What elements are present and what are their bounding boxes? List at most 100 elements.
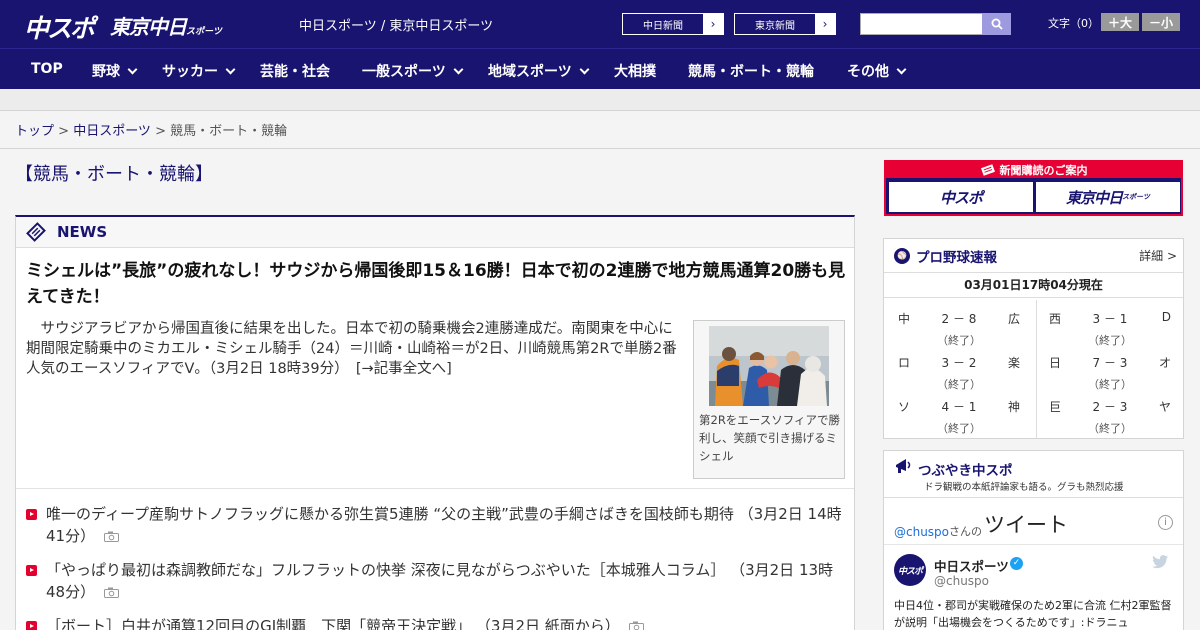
game-item[interactable]: ソ 4 － 1 神 （終了） [884, 388, 1034, 435]
main-nav: TOP 野球 サッカー 芸能・社会 一般スポーツ 地域スポーツ 大相撲 競馬・ボ… [0, 48, 1200, 89]
nav-item-sumo[interactable]: 大相撲 [614, 61, 656, 81]
twitter-subtitle: ドラ観戦の本紙評論家も語る。グラも熱烈応援 [924, 482, 1124, 493]
game-item[interactable]: 巨 2 － 3 ヤ （終了） [1035, 388, 1185, 435]
nav-label: 大相撲 [614, 64, 656, 80]
news-item-text: 「やっぱり最初は森調教師だな」フルフラットの快挙 深夜に見ながらつぶやいた［本城… [46, 561, 834, 601]
info-icon[interactable]: i [1158, 515, 1173, 530]
top-header: 中スポ 東京中日スポーツ 中日スポーツ / 東京中日スポーツ 中日新聞 › 東京… [0, 0, 1200, 48]
nav-item-keiba[interactable]: 競馬・ボート・競輪 [688, 61, 814, 81]
jockey-photo [709, 326, 829, 406]
news-list: 唯一のディープ産駒サトノフラッグに懸かる弥生賞5連勝 “父の主戦”武豊の手綱さば… [26, 503, 846, 630]
scores-detail-link[interactable]: 詳細 > [1139, 247, 1177, 264]
breadcrumb-parent[interactable]: 中日スポーツ [73, 124, 151, 139]
news-list-item[interactable]: 唯一のディープ産駒サトノフラッグに懸かる弥生賞5連勝 “父の主戦”武豊の手綱さば… [26, 503, 846, 547]
twitter-timeline-header: @chuspo さんの ツイート [894, 509, 1174, 539]
twitter-san: さんの [949, 525, 983, 538]
twitter-panel: つぶやき中スポ ドラ観戦の本紙評論家も語る。グラも熱烈応援 @chuspo さんの… [883, 450, 1184, 630]
top-news-photo[interactable]: 第2Rをエースソフィアで勝利し、笑顔で引き揚げるミシェル [693, 320, 845, 479]
breadcrumb: トップ > 中日スポーツ > 競馬・ボート・競輪 [15, 120, 287, 139]
camera-icon [103, 531, 119, 542]
nav-label: 芸能・社会 [260, 64, 330, 80]
breadcrumb-home[interactable]: トップ [15, 124, 54, 139]
tweet-text[interactable]: 中日4位・郡司が実戦確保のため2軍に合流 仁村2軍監督が説明「出場機会をつくるた… [894, 597, 1176, 630]
font-smaller-button[interactable]: －小 [1142, 13, 1180, 31]
search-input[interactable] [860, 13, 983, 35]
camera-icon [103, 587, 119, 598]
tokyo-chunichi-logo[interactable]: 東京中日スポーツ [110, 11, 222, 40]
game-status: （終了） [937, 422, 981, 435]
game-status: （終了） [1088, 422, 1132, 435]
newspaper-icon [26, 222, 46, 242]
game-item[interactable]: ロ 3 － 2 楽 （終了） [884, 344, 1034, 391]
play-bullet-icon [26, 565, 37, 576]
nav-item-soccer[interactable]: サッカー [162, 61, 236, 81]
game-item[interactable]: 西 3 － 1 D （終了） [1035, 300, 1185, 347]
banner-tokyo-text: 東京中日 [1066, 188, 1123, 207]
chevron-right-icon: › [703, 14, 723, 34]
breadcrumb-divider [0, 148, 1200, 149]
chevron-right-icon: › [815, 14, 835, 34]
chuspo-logo[interactable]: 中スポ [24, 9, 95, 45]
chevron-down-icon [225, 64, 236, 75]
nav-item-entertainment[interactable]: 芸能・社会 [260, 61, 330, 81]
tokyo-shimbun-link[interactable]: 東京新聞 › [734, 13, 836, 35]
nav-item-top[interactable]: TOP [31, 61, 63, 77]
nav-item-local-sports[interactable]: 地域スポーツ [488, 61, 590, 81]
breadcrumb-sep: > [54, 124, 74, 139]
search-button[interactable] [982, 13, 1011, 35]
banner-chuspo-logo: 中スポ [889, 182, 1033, 212]
tokyo-logo-small: スポーツ [186, 27, 222, 37]
news-item-text: 唯一のディープ産駒サトノフラッグに懸かる弥生賞5連勝 “父の主戦”武豊の手綱さば… [46, 505, 842, 545]
tokyo-shimbun-label: 東京新聞 [755, 20, 795, 32]
camera-icon [628, 621, 644, 630]
team-away: 楽 [1007, 356, 1020, 370]
nav-label: その他 [847, 64, 889, 80]
twitter-title: つぶやき中スポ [918, 463, 1013, 479]
news-section-label: NEWS [57, 223, 108, 241]
subscription-label: 新聞購読のご案内 [886, 162, 1181, 178]
chevron-down-icon [896, 64, 907, 75]
baseball-scores-panel: ⚾ プロ野球速報 詳細 > 03月01日17時04分現在 中 2 － 8 広 （… [883, 238, 1184, 439]
subscription-banner[interactable]: 新聞購読のご案内 中スポ 東京中日 スポーツ [884, 160, 1183, 216]
search-icon [991, 18, 1003, 30]
news-list-item[interactable]: 「やっぱり最初は森調教師だな」フルフラットの快挙 深夜に見ながらつぶやいた［本城… [26, 559, 846, 603]
team-away: オ [1158, 356, 1171, 370]
play-bullet-icon [26, 509, 37, 520]
chunichi-shimbun-link[interactable]: 中日新聞 › [622, 13, 724, 35]
site-names: 中日スポーツ / 東京中日スポーツ [299, 19, 494, 34]
verified-badge-icon: ✓ [1010, 557, 1023, 570]
twitter-bird-icon[interactable] [1152, 555, 1169, 569]
game-item[interactable]: 中 2 － 8 広 （終了） [884, 300, 1034, 347]
nav-label: 野球 [92, 64, 120, 80]
banner-tokyo-small: スポーツ [1122, 193, 1150, 201]
top-news-headline[interactable]: ミシェルは”長旅”の疲れなし！サウジから帰国後即15＆16勝！日本で初の2連勝で… [26, 258, 846, 310]
team-away: 神 [1007, 400, 1020, 414]
news-header: NEWS [16, 217, 854, 248]
nav-label: サッカー [162, 64, 218, 80]
top-news-lead[interactable]: サウジアラビアから帰国直後に結果を出した。日本で初の騎乗機会2連勝達成だ。南関東… [26, 319, 678, 379]
chevron-down-icon [453, 64, 464, 75]
breadcrumb-current: 競馬・ボート・競輪 [170, 124, 288, 139]
twitter-header: つぶやき中スポ ドラ観戦の本紙評論家も語る。グラも熱烈応援 [884, 451, 1183, 498]
chevron-down-icon [127, 64, 138, 75]
account-id[interactable]: @chuspo [934, 574, 989, 588]
game-item[interactable]: 日 7 － 3 オ （終了） [1035, 344, 1185, 391]
games-grid: 中 2 － 8 広 （終了） 西 3 － 1 D （終了） ロ 3 － 2 楽 … [884, 300, 1183, 438]
nav-label: TOP [31, 61, 63, 77]
nav-label: 競馬・ボート・競輪 [688, 64, 814, 80]
play-bullet-icon [26, 621, 37, 630]
nav-item-baseball[interactable]: 野球 [92, 61, 138, 81]
gray-band [0, 89, 1200, 111]
news-panel: NEWS ミシェルは”長旅”の疲れなし！サウジから帰国後即15＆16勝！日本で初… [15, 215, 855, 630]
photo-caption: 第2Rをエースソフィアで勝利し、笑顔で引き揚げるミシェル [699, 413, 841, 463]
twitter-handle-link[interactable]: @chuspo [894, 525, 949, 539]
font-larger-button[interactable]: ＋大 [1101, 13, 1139, 31]
nav-item-general-sports[interactable]: 一般スポーツ [362, 61, 464, 81]
scores-updated: 03月01日17時04分現在 [884, 273, 1183, 298]
scores-header: ⚾ プロ野球速報 詳細 > [884, 239, 1183, 273]
nav-item-other[interactable]: その他 [847, 61, 907, 81]
font-size-label: 文字（0） [1048, 17, 1099, 30]
avatar[interactable]: 中スポ [894, 554, 926, 586]
account-name[interactable]: 中日スポーツ [934, 556, 1009, 575]
news-list-item[interactable]: ［ボート］白井が通算12回目のGI制覇 下関「競帝王決定戦」 （3月2日 紙面か… [26, 615, 846, 630]
